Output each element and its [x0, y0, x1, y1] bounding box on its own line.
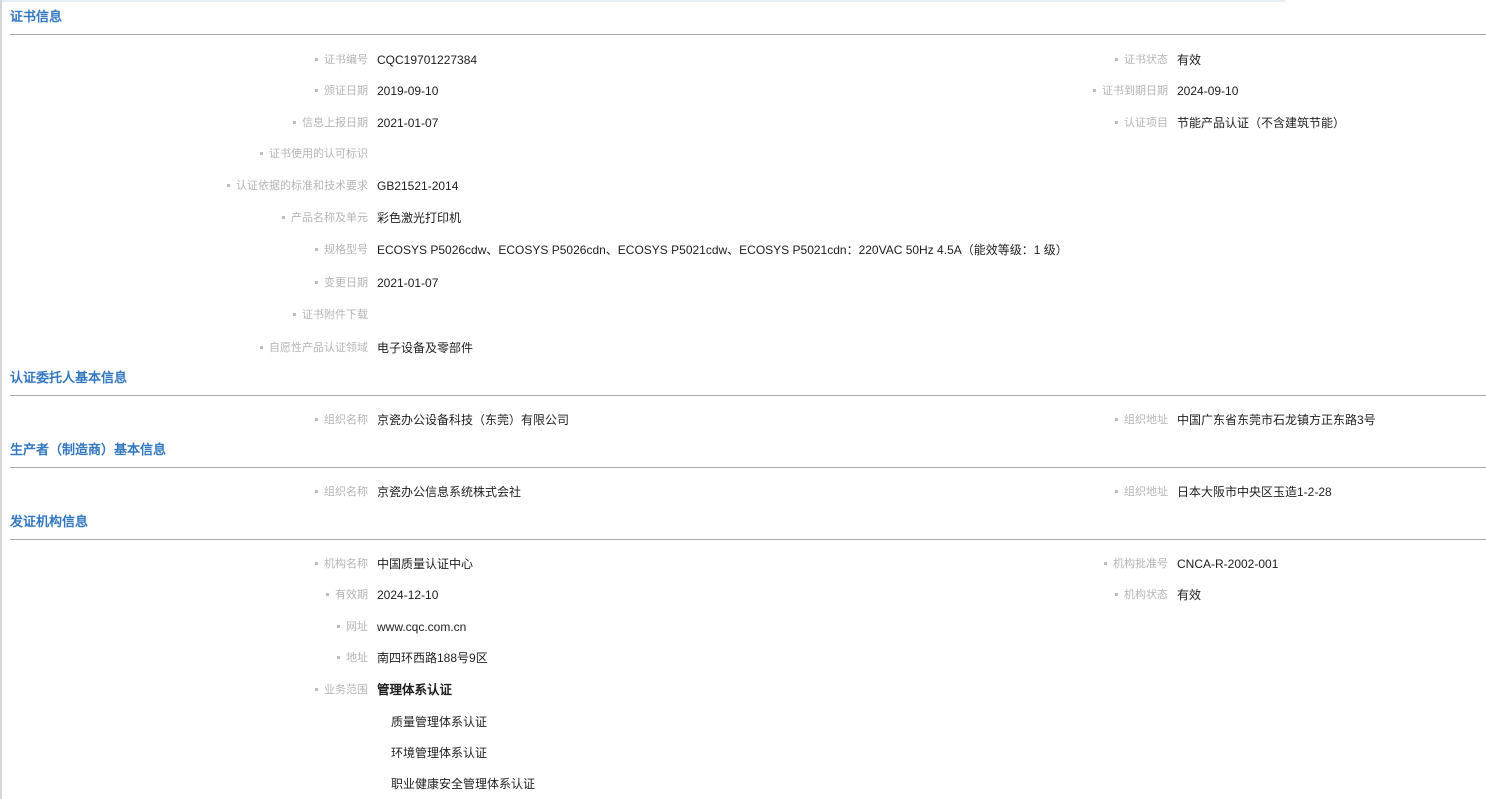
- section-title-manufacturer-info: 生产者（制造商）基本信息: [10, 443, 167, 458]
- label-change-date: 变更日期: [315, 274, 368, 292]
- value-product: 彩色激光打印机: [377, 211, 462, 225]
- label-client-org-name: 组织名称: [315, 411, 368, 429]
- value-client-org-name: 京瓷办公设备科技（东莞）有限公司: [377, 413, 570, 427]
- label-issuer-approval-no: 机构批准号: [1104, 555, 1168, 573]
- value-cert-status: 有效: [1177, 53, 1202, 67]
- value-manufacturer-org-address: 日本大阪市中央区玉造1-2-28: [1177, 485, 1332, 499]
- certificate-detail-page: 证书信息 证书编号 CQC19701227384 颁证日期 2019-09-10…: [0, 0, 1486, 799]
- value-issuer-scope-main: 管理体系认证: [377, 683, 453, 697]
- label-product: 产品名称及单元: [282, 209, 368, 227]
- value-model: ECOSYS P5026cdw、ECOSYS P5026cdn、ECOSYS P…: [377, 243, 1068, 257]
- label-issuer-scope: 业务范围: [315, 681, 368, 699]
- label-issuer-address: 地址: [337, 649, 368, 667]
- value-standard: GB21521-2014: [377, 179, 459, 193]
- section-divider: [10, 467, 1486, 468]
- left-border: [0, 0, 2, 799]
- label-standard: 认证依据的标准和技术要求: [227, 177, 368, 195]
- section-divider: [10, 34, 1486, 35]
- value-report-date: 2021-01-07: [377, 116, 439, 130]
- value-issuer-website[interactable]: www.cqc.com.cn: [377, 618, 466, 636]
- value-issuer-name: 中国质量认证中心: [377, 557, 474, 571]
- value-expiry-date: 2024-09-10: [1177, 84, 1239, 98]
- section-title-client-info: 认证委托人基本信息: [10, 371, 128, 386]
- label-attachment[interactable]: 证书附件下载: [293, 306, 368, 324]
- label-cert-no: 证书编号: [315, 51, 368, 69]
- label-expiry-date: 证书到期日期: [1093, 82, 1168, 100]
- section-divider: [10, 539, 1486, 540]
- label-client-org-address: 组织地址: [1115, 411, 1168, 429]
- value-issuer-address: 南四环西路188号9区: [377, 651, 488, 665]
- scope-item: 质量管理体系认证: [391, 715, 488, 729]
- section-title-cert-info: 证书信息: [10, 10, 63, 25]
- section-title-issuer-info: 发证机构信息: [10, 515, 89, 530]
- label-issuer-status: 机构状态: [1115, 586, 1168, 604]
- value-issuer-approval-no: CNCA-R-2002-001: [1177, 557, 1279, 571]
- value-cert-no: CQC19701227384: [377, 53, 478, 67]
- scope-item: 职业健康安全管理体系认证: [391, 777, 536, 791]
- label-issuer-website: 网址: [337, 618, 368, 636]
- label-voluntary-field: 自愿性产品认证领域: [260, 339, 368, 357]
- value-issuer-valid: 2024-12-10: [377, 588, 439, 602]
- top-divider: [0, 0, 1285, 2]
- label-report-date: 信息上报日期: [293, 114, 368, 132]
- label-usage-mark: 证书使用的认可标识: [260, 145, 368, 163]
- label-issuer-valid: 有效期: [326, 586, 368, 604]
- section-divider: [10, 395, 1486, 396]
- label-manufacturer-org-name: 组织名称: [315, 483, 368, 501]
- value-change-date: 2021-01-07: [377, 276, 439, 290]
- label-cert-status: 证书状态: [1115, 51, 1168, 69]
- label-model: 规格型号: [315, 241, 368, 259]
- value-cert-project: 节能产品认证（不含建筑节能）: [1177, 116, 1346, 130]
- label-cert-project: 认证项目: [1115, 114, 1168, 132]
- value-issuer-status: 有效: [1177, 588, 1202, 602]
- value-voluntary-field: 电子设备及零部件: [377, 341, 474, 355]
- scope-item: 环境管理体系认证: [391, 746, 488, 760]
- label-issue-date: 颁证日期: [315, 82, 368, 100]
- value-client-org-address: 中国广东省东莞市石龙镇方正东路3号: [1177, 413, 1376, 427]
- value-issue-date: 2019-09-10: [377, 84, 439, 98]
- label-issuer-name: 机构名称: [315, 555, 368, 573]
- value-manufacturer-org-name: 京瓷办公信息系统株式会社: [377, 485, 522, 499]
- label-manufacturer-org-address: 组织地址: [1115, 483, 1168, 501]
